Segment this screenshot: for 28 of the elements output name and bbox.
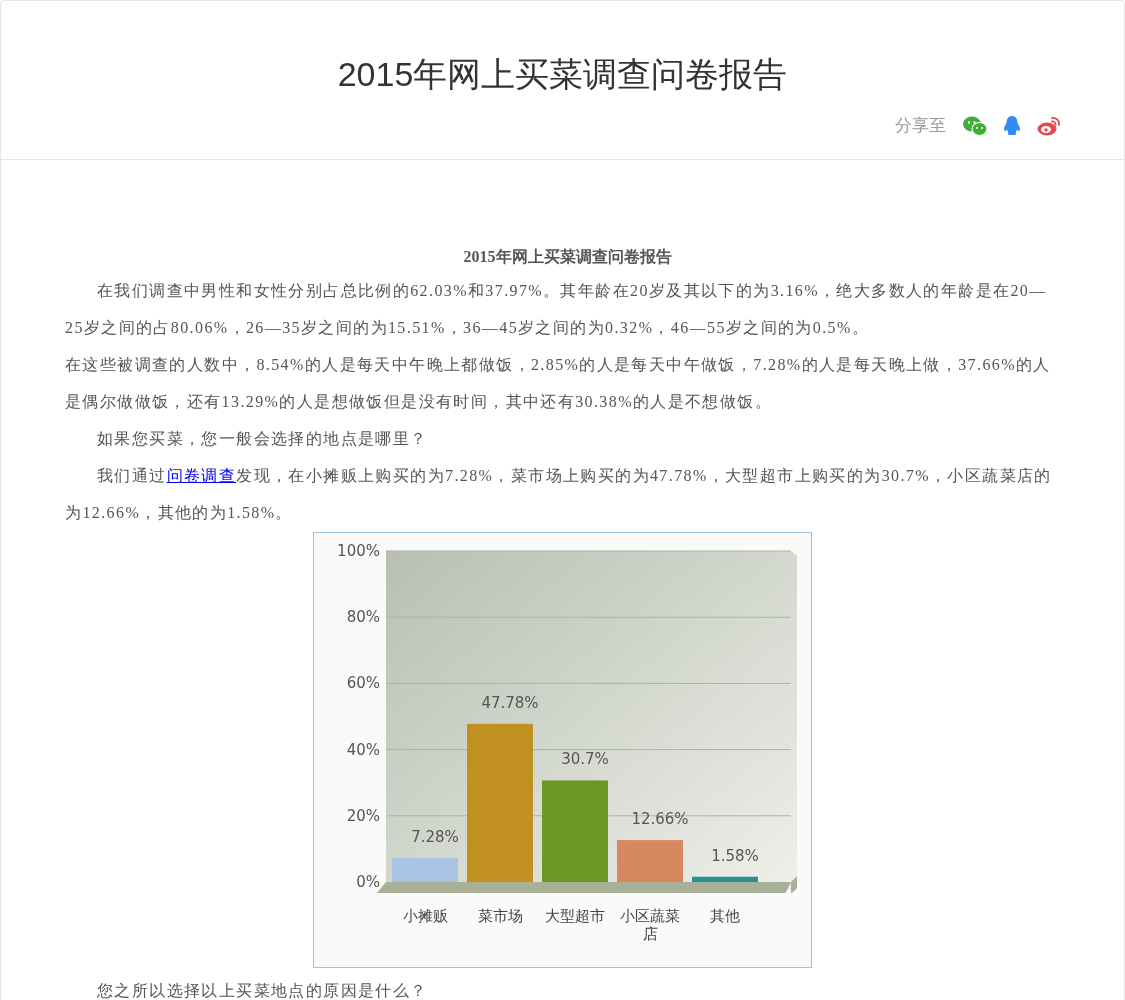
weibo-icon[interactable] (1036, 114, 1062, 137)
paragraph: 我们通过 问卷调查发现，在小摊贩上购买的为7.28%，菜市场上购买的为47.78%，大型超市上购买的为30.7%，小区蔬菜店的为12.66%，其他的为1.58%。 (65, 466, 1053, 523)
category-label: 小摊贩 (401, 907, 449, 926)
category-label: 其他 (709, 907, 741, 926)
value-label: 47.78% (481, 693, 539, 712)
survey-link[interactable]: 问卷调查 (166, 467, 237, 484)
value-label: 12.66% (631, 810, 689, 829)
article-title: 2015年网上买菜调查问卷报告 (462, 247, 673, 267)
paragraph: 在我们调查中男性和女性分别占总比例的62.03%和37.97%。其年龄在20岁及其以下的为3.16%，绝大多数人的年龄是在20—25岁之间的占80.06%，26—35岁之间的为15.51%，36—45岁之间的为0.32%，46—55岁之间的为0.5%。 (65, 281, 1048, 338)
axis-tick-label: 0% (356, 873, 380, 891)
value-label: 30.7% (561, 750, 609, 769)
value-label: 1.58% (711, 846, 759, 865)
category-label: 菜市场 (476, 907, 524, 926)
paragraph: 您之所以选择以上买菜地点的原因是什么？ (96, 981, 429, 1000)
axis-tick-label: 20% (346, 806, 380, 825)
share-label: 分享至 (895, 115, 946, 137)
category-label: 大型超市 (544, 907, 606, 926)
axis-tick-label: 60% (346, 674, 380, 693)
axis-tick-label: 100% (337, 542, 380, 560)
paragraph: 如果您买菜，您一般会选择的地点是哪里？ (96, 429, 429, 449)
category-label: 小区蔬菜店 (619, 907, 681, 943)
page-title: 2015年网上买菜调查问卷报告 (336, 54, 789, 95)
axis-tick-label: 40% (346, 740, 380, 759)
wechat-icon[interactable] (962, 114, 988, 137)
axis-tick-label: 80% (346, 608, 380, 627)
value-label: 7.28% (411, 827, 459, 846)
paragraph: 在这些被调查的人数中，8.54%的人是每天中午晚上都做饭，2.85%的人是每天中午做饭，7.28%的人是每天晚上做，37.66%的人是偶尔做做饭，还有13.29%的人是想做饭但是没有时间，其中还有30.38%的人是不想做饭。 (65, 355, 1052, 412)
penguin-icon[interactable] (1002, 114, 1022, 137)
